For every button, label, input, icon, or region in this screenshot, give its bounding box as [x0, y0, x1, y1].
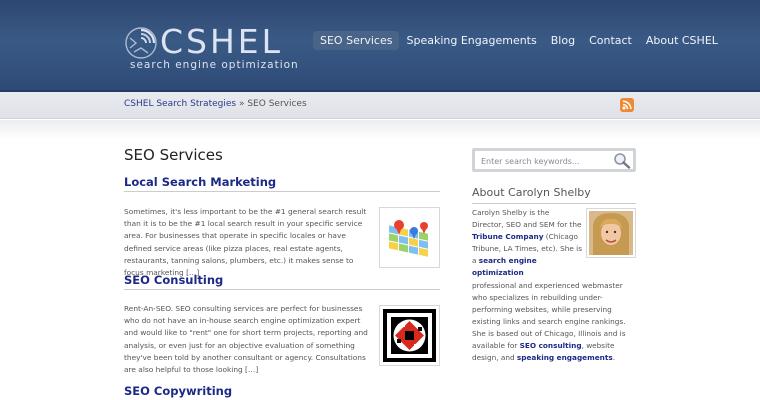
- page-title: SEO Services: [124, 146, 223, 164]
- bio-text-3: professional and experienced webmaster w…: [472, 280, 626, 351]
- post-seo-consulting: SEO Consulting Rent-An-SEO. SEO consulti…: [124, 273, 440, 374]
- post-local-search: Local Search Marketing Sometimes, it's l…: [124, 175, 440, 277]
- bio-intro-block: Carolyn Shelby is the Director, SEO and …: [472, 207, 582, 280]
- nav-about[interactable]: About CSHEL: [639, 31, 725, 50]
- nav-contact[interactable]: Contact: [582, 31, 639, 50]
- logo-tagline: search engine optimization: [130, 59, 299, 71]
- breadcrumb-current: SEO Services: [247, 99, 307, 109]
- sidebar-about-title: About Carolyn Shelby: [472, 186, 636, 204]
- bio-text-5: .: [612, 353, 616, 363]
- breadcrumb-home-link[interactable]: CSHEL Search Strategies: [124, 99, 236, 109]
- site-logo[interactable]: CSHEL search engine optimization: [124, 22, 298, 74]
- post-excerpt: Rent-An-SEO. SEO consulting services are…: [124, 304, 368, 375]
- search-box: [472, 148, 636, 172]
- post-title-link[interactable]: SEO Copywriting: [124, 384, 440, 400]
- author-bio: Carolyn Shelby is the Director, SEO and …: [472, 207, 636, 364]
- seo-link[interactable]: search engine optimization: [472, 256, 537, 277]
- post-title-link[interactable]: SEO Consulting: [124, 273, 440, 290]
- post-seo-copywriting: SEO Copywriting: [124, 384, 440, 400]
- tribune-company-link[interactable]: Tribune Company: [472, 232, 543, 241]
- qr-code-icon: [383, 309, 436, 362]
- post-title-link[interactable]: Local Search Marketing: [124, 175, 440, 192]
- logo-text: CSHEL: [160, 22, 284, 61]
- search-input[interactable]: [481, 154, 609, 168]
- logo-swirl-icon: [125, 27, 157, 59]
- map-pins-icon: [383, 211, 436, 264]
- content-shade: [0, 120, 760, 140]
- rss-icon[interactable]: [620, 98, 634, 112]
- post-thumbnail[interactable]: [379, 207, 440, 268]
- site-header: CSHEL search engine optimization SEO Ser…: [0, 0, 760, 92]
- search-icon[interactable]: [613, 152, 631, 169]
- nav-blog[interactable]: Blog: [544, 31, 582, 50]
- breadcrumb-separator: »: [238, 99, 245, 109]
- nav-seo-services[interactable]: SEO Services: [313, 31, 400, 50]
- nav-speaking-engagements[interactable]: Speaking Engagements: [399, 31, 543, 50]
- post-thumbnail[interactable]: [379, 305, 440, 366]
- breadcrumb: CSHEL Search Strategies » SEO Services: [124, 99, 307, 109]
- speaking-engagements-link[interactable]: speaking engagements: [517, 353, 613, 362]
- bio-text-1: Carolyn Shelby is the Director, SEO and …: [472, 208, 582, 230]
- breadcrumb-bar: CSHEL Search Strategies » SEO Services: [0, 92, 760, 119]
- post-excerpt: Sometimes, it's less important to be the…: [124, 207, 367, 278]
- seo-consulting-link[interactable]: SEO consulting: [520, 341, 582, 350]
- main-nav: SEO Services Speaking Engagements Blog C…: [313, 31, 725, 50]
